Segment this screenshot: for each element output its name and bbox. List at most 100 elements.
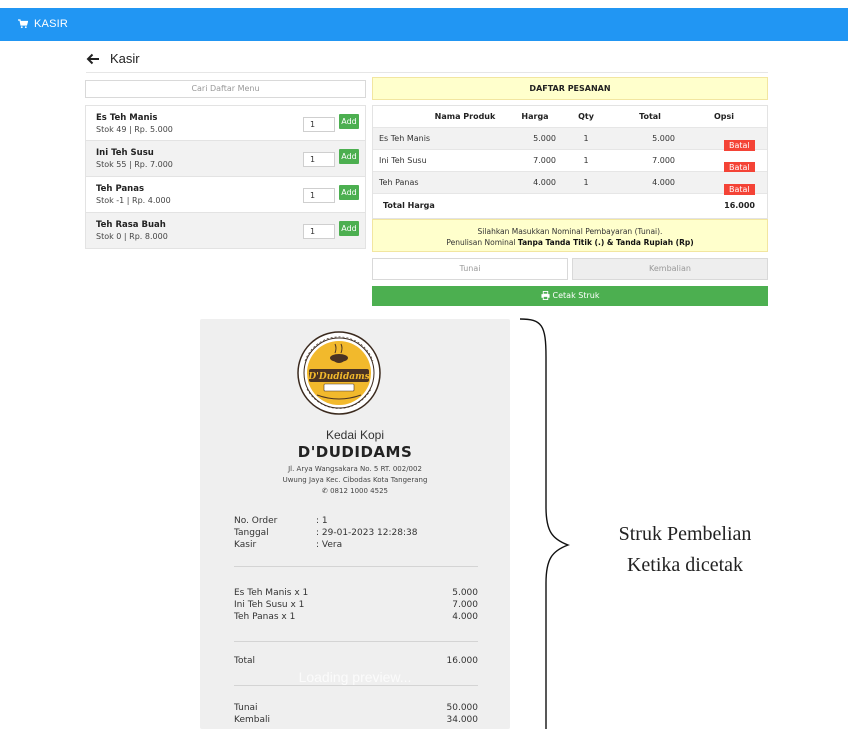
receipt-item: Teh Panas x 1 4.000 <box>234 612 478 622</box>
receipt-item: Es Teh Manis x 1 5.000 <box>234 588 478 598</box>
change-field: Kembalian <box>572 258 768 280</box>
curly-brace-annotation <box>519 318 570 729</box>
table-row: Teh Panas 4.000 1 4.000 Batal <box>373 172 767 195</box>
column-header: Total <box>639 112 661 121</box>
quantity-input[interactable]: 1 <box>303 224 335 239</box>
notice-prefix: Penulisan Nominal <box>446 238 518 247</box>
receipt-phone-line: ✆ 0812 1000 4525 <box>200 487 510 495</box>
notice-line-1: Silahkan Masukkan Nominal Pembayaran (Tu… <box>477 227 663 236</box>
arrow-left-icon[interactable] <box>86 53 100 65</box>
table-header-row: Nama Produk Harga Qty Total Opsi <box>373 106 767 128</box>
order-qty: 1 <box>583 156 589 165</box>
receipt-preview: D'Dudidams Kedai Kopi D'DUDIDAMS Jl. Ary… <box>200 319 510 729</box>
item-label: Teh Panas x 1 <box>234 612 296 622</box>
receipt-total-value: 16.000 <box>446 656 479 666</box>
order-qty: 1 <box>583 134 589 143</box>
add-button[interactable]: Add <box>339 185 359 200</box>
quantity-input[interactable]: 1 <box>303 117 335 132</box>
divider <box>234 641 478 642</box>
receipt-total-label: Total <box>234 656 256 666</box>
item-value: 5.000 <box>452 588 478 598</box>
menu-item-name: Ini Teh Susu <box>96 148 154 158</box>
menu-item-name: Teh Rasa Buah <box>96 220 166 230</box>
receipt-brand: D'DUDIDAMS <box>297 443 413 461</box>
quantity-input[interactable]: 1 <box>303 188 335 203</box>
info-value: : Vera <box>316 540 343 550</box>
menu-item: Ini Teh Susu Stok 55 | Rp. 7.000 1 Add <box>85 141 366 177</box>
order-total: 7.000 <box>652 156 675 165</box>
item-value: 4.000 <box>452 612 478 622</box>
order-price: 5.000 <box>533 134 556 143</box>
notice-emphasis: Tanpa Tanda Titik (.) & Tanda Rupiah (Rp… <box>517 238 694 247</box>
receipt-info-row: No. Order: 1 <box>234 516 328 526</box>
order-total: 4.000 <box>652 178 675 187</box>
printer-icon <box>540 291 550 300</box>
order-name: Ini Teh Susu <box>379 156 427 165</box>
receipt-item: Ini Teh Susu x 1 7.000 <box>234 600 478 610</box>
order-price: 4.000 <box>533 178 556 187</box>
menu-item-name: Es Teh Manis <box>96 113 158 123</box>
caption-line-1: Struk Pembelian <box>618 523 752 545</box>
menu-item: Es Teh Manis Stok 49 | Rp. 5.000 1 Add <box>85 105 366 141</box>
app-brand[interactable]: KASIR <box>34 18 68 30</box>
receipt-total-row: Total 16.000 <box>234 656 478 666</box>
menu-item-stock: Stok 0 | Rp. 8.000 <box>96 232 168 241</box>
shopping-cart-icon <box>18 19 28 29</box>
column-header: Qty <box>578 112 594 121</box>
item-label: Ini Teh Susu x 1 <box>234 600 305 610</box>
page-header: Kasir <box>86 50 768 73</box>
receipt-change-value: 34.000 <box>446 715 479 725</box>
receipt-change-row: Kembali 34.000 <box>234 715 478 725</box>
phone-icon: ✆ <box>322 487 331 495</box>
menu-item-stock: Stok 49 | Rp. 5.000 <box>96 125 173 134</box>
menu-item: Teh Panas Stok -1 | Rp. 4.000 1 Add <box>85 177 366 213</box>
notice-line-2: Penulisan Nominal Tanpa Tanda Titik (.) … <box>373 237 767 248</box>
divider <box>234 566 478 567</box>
add-button[interactable]: Add <box>339 114 359 129</box>
menu-item-name: Teh Panas <box>96 184 145 194</box>
menu-item-stock: Stok -1 | Rp. 4.000 <box>96 196 171 205</box>
receipt-address-1: Jl. Arya Wangsakara No. 5 RT. 002/002 <box>288 465 422 473</box>
order-total: 5.000 <box>652 134 675 143</box>
add-button[interactable]: Add <box>339 149 359 164</box>
item-value: 7.000 <box>452 600 478 610</box>
top-navbar: KASIR <box>0 8 848 41</box>
total-value: 16.000 <box>724 201 755 210</box>
receipt-info-row: Kasir : Vera <box>234 540 342 550</box>
column-header: Nama Produk <box>434 112 496 121</box>
cafe-logo: D'Dudidams <box>297 331 381 415</box>
total-label: Total Harga <box>383 201 435 210</box>
info-key: Tanggal <box>234 528 269 538</box>
info-key: Kasir <box>234 540 257 550</box>
quantity-input[interactable]: 1 <box>303 152 335 167</box>
column-header: Harga <box>521 112 549 121</box>
logo-wordmark: D'Dudidams <box>307 372 369 382</box>
add-button[interactable]: Add <box>339 221 359 236</box>
receipt-cash-value: 50.000 <box>446 703 479 713</box>
caption-line-2: Ketika dicetak <box>626 554 744 576</box>
receipt-address-2: Uwung Jaya Kec. Cibodas Kota Tangerang <box>282 476 428 484</box>
receipt-change-label: Kembali <box>234 715 270 725</box>
page-title: Kasir <box>110 51 140 66</box>
payment-notice: Silahkan Masukkan Nominal Pembayaran (Tu… <box>372 219 768 252</box>
table-row: Ini Teh Susu 7.000 1 7.000 Batal <box>373 150 767 173</box>
item-label: Es Teh Manis x 1 <box>234 588 309 598</box>
divider <box>234 685 478 686</box>
info-value: : 1 <box>316 516 328 526</box>
receipt-phone: 0812 1000 4525 <box>330 487 388 495</box>
search-menu-input[interactable]: Cari Daftar Menu <box>85 80 366 98</box>
menu-item: Teh Rasa Buah Stok 0 | Rp. 8.000 1 Add <box>85 213 366 249</box>
menu-item-stock: Stok 55 | Rp. 7.000 <box>96 160 173 169</box>
order-name: Teh Panas <box>379 178 419 187</box>
loading-preview-overlay: Loading preview... <box>298 669 412 685</box>
receipt-cash-label: Tunai <box>234 703 258 713</box>
receipt-cafe-label: Kedai Kopi <box>325 428 385 442</box>
order-table: Nama Produk Harga Qty Total Opsi Es Teh … <box>372 105 768 219</box>
print-receipt-button[interactable]: Cetak Struk <box>372 286 768 306</box>
order-list-header: DAFTAR PESANAN <box>372 77 768 100</box>
receipt-info-row: Tanggal: 29-01-2023 12:28:38 <box>234 528 417 538</box>
cash-input[interactable]: Tunai <box>372 258 568 280</box>
table-row: Es Teh Manis 5.000 1 5.000 Batal <box>373 128 767 151</box>
order-qty: 1 <box>583 178 589 187</box>
receipt-cash-row: Tunai 50.000 <box>234 703 478 713</box>
